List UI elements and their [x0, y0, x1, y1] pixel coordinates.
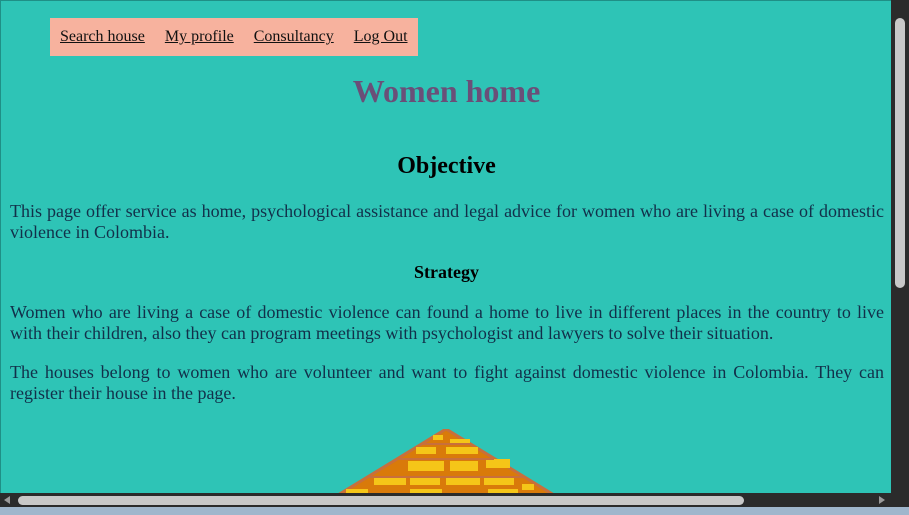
objective-text: This page offer service as home, psychol… — [10, 201, 884, 242]
horizontal-scrollbar[interactable] — [0, 493, 891, 507]
house-roof-image — [338, 429, 554, 493]
scroll-right-arrow-icon[interactable] — [879, 496, 885, 504]
objective-heading: Objective — [397, 153, 496, 179]
page-viewport: Search house My profile Consultancy Log … — [0, 0, 891, 493]
strategy-heading: Strategy — [414, 262, 479, 282]
nav-log-out[interactable]: Log Out — [354, 28, 408, 46]
vertical-scrollbar[interactable] — [891, 0, 909, 493]
scrollbar-corner — [891, 493, 909, 507]
scroll-left-arrow-icon[interactable] — [4, 496, 10, 504]
strategy-text-2: The houses belong to women who are volun… — [10, 362, 884, 403]
strategy-text-1: Women who are living a case of domestic … — [10, 302, 884, 343]
nav-consultancy[interactable]: Consultancy — [254, 28, 334, 46]
nav-my-profile[interactable]: My profile — [165, 28, 234, 46]
nav-search-house[interactable]: Search house — [60, 28, 145, 46]
top-nav: Search house My profile Consultancy Log … — [50, 18, 418, 56]
horizontal-scroll-thumb[interactable] — [18, 496, 744, 505]
page-title: Women home — [352, 73, 541, 109]
vertical-scroll-thumb[interactable] — [895, 18, 905, 288]
